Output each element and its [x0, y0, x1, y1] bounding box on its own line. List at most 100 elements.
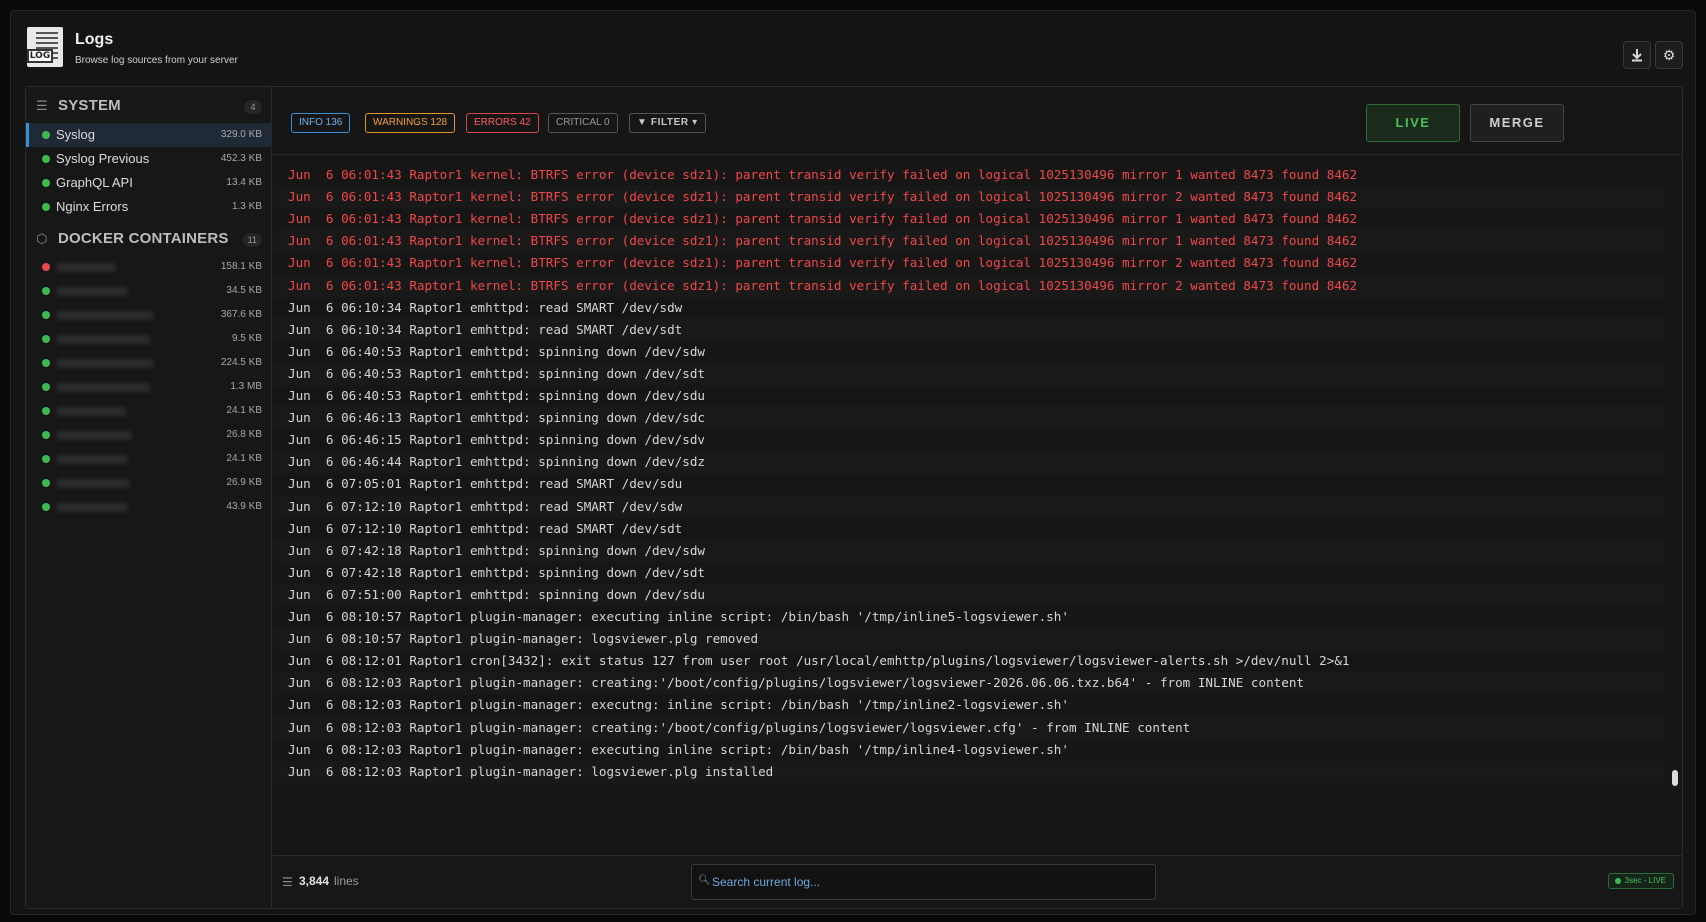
log-line: Jun 6 06:01:43 Raptor1 kernel: BTRFS err… — [273, 274, 1664, 297]
logo-text: LOG — [27, 49, 53, 63]
status-dot — [42, 203, 50, 211]
log-line: Jun 6 06:46:13 Raptor1 emhttpd: spinning… — [273, 407, 1664, 430]
status-dot — [42, 479, 50, 487]
section-docker-title: DOCKER CONTAINERS — [58, 230, 229, 247]
redacted-container-name — [56, 503, 128, 512]
log-line: Jun 6 07:12:10 Raptor1 emhttpd: read SMA… — [288, 520, 683, 536]
log-search-box[interactable]: 🔍︎ — [691, 864, 1156, 900]
redacted-container-name — [56, 407, 126, 416]
redacted-container-name — [56, 287, 128, 296]
sidebar-item-container[interactable]: 158.1 KB — [26, 255, 272, 279]
redacted-container-name — [56, 359, 154, 368]
section-system-title: SYSTEM — [58, 97, 121, 114]
sidebar-item-container[interactable]: 1.3 MB — [26, 375, 272, 399]
filter-chip-errors[interactable]: ERRORS 42 — [466, 113, 539, 133]
section-system-header[interactable]: ☰ SYSTEM 4 — [26, 95, 272, 119]
sidebar-item-size: 452.3 KB — [220, 153, 262, 164]
sidebar-item-size: 158.1 KB — [220, 261, 262, 272]
download-icon — [1632, 49, 1642, 62]
merge-button[interactable]: MERGE — [1470, 104, 1564, 142]
line-count: 3,844 — [299, 874, 330, 888]
log-line: Jun 6 08:12:03 Raptor1 plugin-manager: l… — [273, 760, 1664, 783]
filter-chip-critical[interactable]: CRITICAL 0 — [548, 113, 618, 133]
sidebar-item-system[interactable]: GraphQL API 13.4 KB — [26, 171, 272, 195]
redacted-container-name — [56, 455, 128, 464]
sidebar-item-size: 24.1 KB — [226, 453, 262, 464]
filter-chip-info[interactable]: INFO 136 — [291, 113, 351, 133]
filter-dropdown-button[interactable]: ▼ FILTER ▾ — [629, 113, 706, 133]
log-line: Jun 6 06:40:53 Raptor1 emhttpd: spinning… — [288, 343, 706, 359]
log-line: Jun 6 06:01:43 Raptor1 kernel: BTRFS err… — [288, 255, 1358, 271]
sidebar-item-container[interactable]: 24.1 KB — [26, 399, 272, 423]
log-line: Jun 6 07:51:00 Raptor1 emhttpd: spinning… — [273, 583, 1664, 606]
sidebar-item-container[interactable]: 34.5 KB — [26, 279, 272, 303]
log-line: Jun 6 06:01:43 Raptor1 kernel: BTRFS err… — [288, 211, 1358, 227]
page-title: Logs — [75, 31, 114, 48]
sidebar-item-system[interactable]: Syslog Previous 452.3 KB — [26, 147, 272, 171]
status-dot — [42, 179, 50, 187]
log-content[interactable]: Jun 6 08:12:03 Raptor1 plugin-manager: l… — [273, 156, 1682, 788]
container-icon: ⬡ — [36, 231, 48, 246]
log-line: Jun 6 08:12:03 Raptor1 plugin-manager: e… — [288, 741, 1069, 757]
sidebar-item-system[interactable]: Nginx Errors 1.3 KB — [26, 195, 272, 219]
sidebar-item-container[interactable]: 24.1 KB — [26, 447, 272, 471]
sidebar-item-container[interactable]: 367.6 KB — [26, 303, 272, 327]
live-status-text: 3sec - LIVE — [1624, 876, 1666, 885]
status-dot — [42, 359, 50, 367]
log-line: Jun 6 07:42:18 Raptor1 emhttpd: spinning… — [288, 564, 706, 580]
live-status-badge: 3sec - LIVE — [1607, 873, 1674, 889]
sidebar-item-container[interactable]: 43.9 KB — [26, 495, 272, 519]
filter-chip-warnings[interactable]: WARNINGS 128 — [365, 113, 456, 133]
status-dot — [42, 311, 50, 319]
redacted-container-name — [56, 383, 150, 392]
sidebar-item-label: GraphQL API — [56, 175, 133, 190]
log-line: Jun 6 07:05:01 Raptor1 emhttpd: read SMA… — [288, 476, 683, 492]
log-line: Jun 6 08:10:57 Raptor1 plugin-manager: l… — [273, 628, 1664, 651]
line-count-label: lines — [334, 874, 359, 888]
log-line: Jun 6 06:01:43 Raptor1 kernel: BTRFS err… — [273, 186, 1664, 209]
settings-button[interactable]: ⚙ — [1655, 41, 1683, 69]
log-line: Jun 6 06:10:34 Raptor1 emhttpd: read SMA… — [273, 318, 1664, 341]
download-button[interactable] — [1623, 41, 1651, 69]
sidebar-item-container[interactable]: 26.8 KB — [26, 423, 272, 447]
gear-icon: ⚙ — [1662, 47, 1676, 63]
section-docker-count: 11 — [242, 233, 262, 247]
sidebar-item-size: 1.3 KB — [231, 201, 262, 212]
log-search-input[interactable] — [712, 871, 1142, 893]
log-file-icon: LOG — [27, 27, 63, 67]
status-dot — [42, 383, 50, 391]
log-line: Jun 6 06:10:34 Raptor1 emhttpd: read SMA… — [288, 299, 683, 315]
sidebar-item-container[interactable]: 224.5 KB — [26, 351, 272, 375]
redacted-container-name — [56, 263, 116, 272]
redacted-container-name — [56, 311, 154, 320]
redacted-container-name — [56, 335, 150, 344]
log-scrollbar-thumb[interactable] — [1672, 770, 1678, 786]
sidebar-item-size: 26.8 KB — [226, 429, 262, 440]
sidebar-item-size: 43.9 KB — [226, 501, 262, 512]
log-line: Jun 6 06:46:44 Raptor1 emhttpd: spinning… — [273, 451, 1664, 474]
main-panel: ☰ SYSTEM 4 Syslog 329.0 KB Syslog Previous… — [25, 86, 1683, 909]
sidebar-item-size: 9.5 KB — [231, 333, 262, 344]
log-footer: ☰ 3,844 lines 🔍︎ 3sec - LIVE — [273, 855, 1682, 908]
sidebar-item-container[interactable]: 9.5 KB — [26, 327, 272, 351]
sidebar-item-size: 13.4 KB — [226, 177, 262, 188]
section-system-count: 4 — [244, 100, 262, 114]
log-line: Jun 6 07:42:18 Raptor1 emhttpd: spinning… — [273, 539, 1664, 562]
redacted-container-name — [56, 479, 130, 488]
sidebar-item-container[interactable]: 26.9 KB — [26, 471, 272, 495]
section-docker-header[interactable]: ⬡ DOCKER CONTAINERS 11 — [26, 228, 272, 252]
live-button[interactable]: LIVE — [1366, 104, 1460, 142]
log-line: Jun 6 06:01:43 Raptor1 kernel: BTRFS err… — [273, 230, 1664, 253]
sidebar-item-system[interactable]: Syslog 329.0 KB — [26, 123, 272, 147]
sidebar-item-size: 24.1 KB — [226, 405, 262, 416]
sidebar-item-size: 329.0 KB — [220, 129, 262, 140]
log-line: Jun 6 06:01:43 Raptor1 kernel: BTRFS err… — [288, 167, 1358, 182]
log-line: Jun 6 06:40:53 Raptor1 emhttpd: spinning… — [288, 388, 706, 403]
list-icon: ☰ — [36, 98, 48, 113]
log-line: Jun 6 08:12:03 Raptor1 plugin-manager: c… — [273, 716, 1664, 739]
status-dot — [42, 335, 50, 343]
redacted-container-name — [56, 431, 132, 440]
sidebar-item-size: 26.9 KB — [226, 477, 262, 488]
live-status-dot — [1614, 878, 1621, 884]
logs-app-window: LOG Logs Browse log sources from your se… — [10, 10, 1696, 915]
